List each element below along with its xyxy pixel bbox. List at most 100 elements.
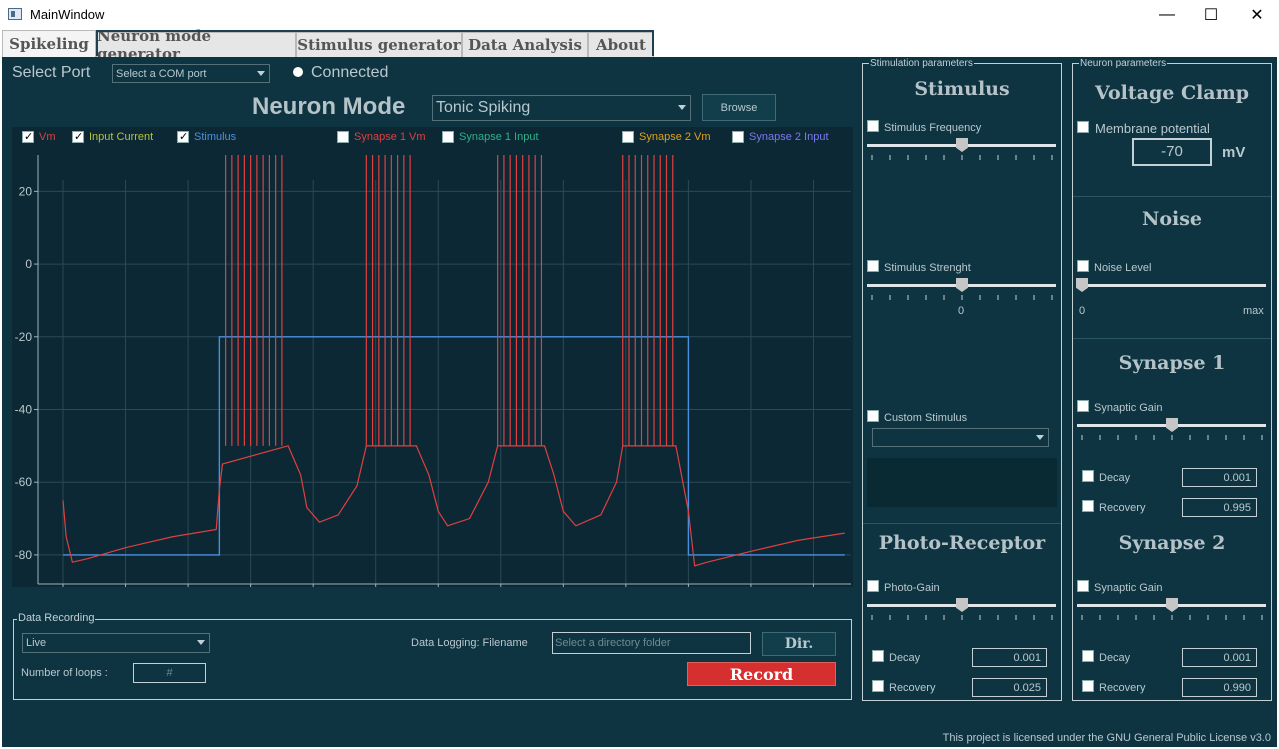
tab-stimulus-generator[interactable]: Stimulus generator [296, 32, 462, 57]
tab-neuron-mode-generator[interactable]: Neuron mode generator [96, 27, 296, 63]
photo-gain-label: Photo-Gain [884, 582, 940, 594]
photo-gain-ticks [871, 615, 1053, 620]
y-tick-label: 0 [25, 257, 32, 271]
synapse2-gain-ticks [1081, 615, 1263, 620]
membrane-potential-label: Membrane potential [1095, 121, 1210, 136]
synapse1-decay-checkbox[interactable] [1082, 470, 1094, 482]
filename-input[interactable]: Select a directory folder [552, 632, 751, 654]
photo-recovery-label: Recovery [889, 682, 936, 694]
photo-receptor-title: Photo-Receptor [878, 532, 1046, 554]
stimulation-params-title: Stimulation parameters [869, 58, 974, 69]
custom-stimulus-select[interactable] [872, 428, 1049, 447]
com-port-select-value: Select a COM port [116, 67, 207, 80]
maximize-button[interactable]: ☐ [1188, 0, 1234, 30]
tab-spikeling[interactable]: Spikeling [2, 30, 96, 57]
noise-level-label: Noise Level [1094, 262, 1152, 274]
y-tick-label: 20 [19, 184, 33, 198]
voltage-clamp-title: Voltage Clamp [1094, 82, 1249, 104]
stimulus-strength-checkbox[interactable] [867, 260, 879, 272]
stimulus-frequency-ticks [871, 155, 1053, 160]
photo-recovery-checkbox[interactable] [872, 680, 884, 692]
neuron-params-title: Neuron parameters [1079, 58, 1168, 69]
app-icon [8, 8, 22, 20]
synapse2-gain-checkbox[interactable] [1077, 580, 1089, 592]
data-recording-title: Data Recording [17, 612, 96, 624]
photo-decay-label: Decay [889, 652, 921, 664]
close-button[interactable]: ✕ [1234, 0, 1279, 30]
synapse1-gain-label: Synaptic Gain [1094, 402, 1163, 414]
license-text: This project is licensed under the GNU G… [942, 732, 1271, 744]
membrane-potential-field[interactable]: -70 [1132, 138, 1212, 166]
tab-bar: Spikeling Neuron mode generator Stimulus… [0, 27, 1279, 63]
chevron-down-icon [197, 640, 205, 645]
synapse2-recovery-label: Recovery [1099, 682, 1146, 694]
custom-stimulus-label: Custom Stimulus [884, 412, 968, 424]
chevron-down-icon [1036, 434, 1044, 440]
neuron-mode-select[interactable]: Tonic Spiking [432, 95, 691, 121]
membrane-potential-plot[interactable]: 020406080100120140160180200220240200-20-… [12, 127, 853, 587]
recording-mode-select[interactable]: Live [22, 633, 210, 653]
stimulus-strength-ticks [871, 295, 1053, 300]
photo-decay-field[interactable]: 0.001 [972, 648, 1047, 667]
noise-level-slider[interactable] [1077, 284, 1266, 287]
synapse1-decay-label: Decay [1099, 472, 1131, 484]
photo-recovery-field[interactable]: 0.025 [972, 678, 1047, 697]
chevron-down-icon [257, 70, 265, 76]
tab-data-analysis[interactable]: Data Analysis [462, 32, 588, 57]
y-tick-label: -80 [15, 548, 33, 562]
custom-stimulus-checkbox[interactable] [867, 410, 879, 422]
recording-mode-value: Live [26, 637, 47, 649]
y-tick-label: -60 [15, 475, 33, 489]
photo-decay-checkbox[interactable] [872, 650, 884, 662]
noise-min-label: 0 [1079, 305, 1086, 317]
filename-label: Data Logging: Filename [411, 637, 528, 649]
stimulus-strength-label: Stimulus Strenght [884, 262, 971, 274]
stimulus-strength-tick-label: 0 [958, 305, 965, 317]
synapse2-gain-label: Synaptic Gain [1094, 582, 1163, 594]
dir-button[interactable]: Dir. [762, 632, 836, 656]
window-title: MainWindow [30, 7, 105, 22]
synapse1-recovery-field[interactable]: 0.995 [1182, 498, 1257, 517]
synapse2-decay-label: Decay [1099, 652, 1131, 664]
neuron-mode-value: Tonic Spiking [436, 99, 531, 116]
loops-label: Number of loops : [21, 667, 108, 679]
chart-panel: Vm Input Current Stimulus Synapse 1 Vm S… [12, 127, 853, 587]
connection-indicator-icon [293, 67, 303, 77]
tab-about[interactable]: About [588, 32, 654, 57]
noise-max-label: max [1243, 305, 1264, 317]
noise-level-checkbox[interactable] [1077, 260, 1089, 272]
minimize-button[interactable]: — [1144, 0, 1190, 30]
synapse1-recovery-checkbox[interactable] [1082, 500, 1094, 512]
synapse1-gain-ticks [1081, 435, 1263, 440]
divider [1073, 338, 1271, 339]
synapse2-recovery-checkbox[interactable] [1082, 680, 1094, 692]
membrane-potential-checkbox[interactable] [1077, 121, 1089, 133]
title-bar: MainWindow — ☐ ✕ [0, 0, 1279, 30]
divider [1073, 196, 1271, 197]
browse-button[interactable]: Browse [702, 94, 776, 121]
plot-background [38, 155, 851, 584]
com-port-select[interactable]: Select a COM port [112, 64, 270, 83]
y-tick-label: -20 [15, 330, 33, 344]
synapse2-decay-field[interactable]: 0.001 [1182, 648, 1257, 667]
divider [863, 523, 1061, 524]
connection-status: Connected [311, 64, 389, 81]
stimulus-frequency-label: Stimulus Frequency [884, 122, 982, 134]
membrane-potential-unit: mV [1222, 144, 1246, 161]
synapse1-title: Synapse 1 [1118, 352, 1226, 374]
stimulus-frequency-checkbox[interactable] [867, 120, 879, 132]
photo-gain-checkbox[interactable] [867, 580, 879, 592]
synapse1-recovery-label: Recovery [1099, 502, 1146, 514]
loops-input[interactable]: # [133, 663, 206, 683]
custom-stimulus-preview [867, 458, 1057, 507]
y-tick-label: -40 [15, 402, 33, 416]
synapse1-gain-checkbox[interactable] [1077, 400, 1089, 412]
stimulus-section-title: Stimulus [914, 78, 1010, 100]
synapse2-decay-checkbox[interactable] [1082, 650, 1094, 662]
synapse2-recovery-field[interactable]: 0.990 [1182, 678, 1257, 697]
select-port-label: Select Port [12, 64, 91, 81]
noise-title: Noise [1141, 208, 1203, 230]
record-button[interactable]: Record [687, 662, 836, 686]
synapse1-decay-field[interactable]: 0.001 [1182, 468, 1257, 487]
synapse2-title: Synapse 2 [1118, 532, 1226, 554]
